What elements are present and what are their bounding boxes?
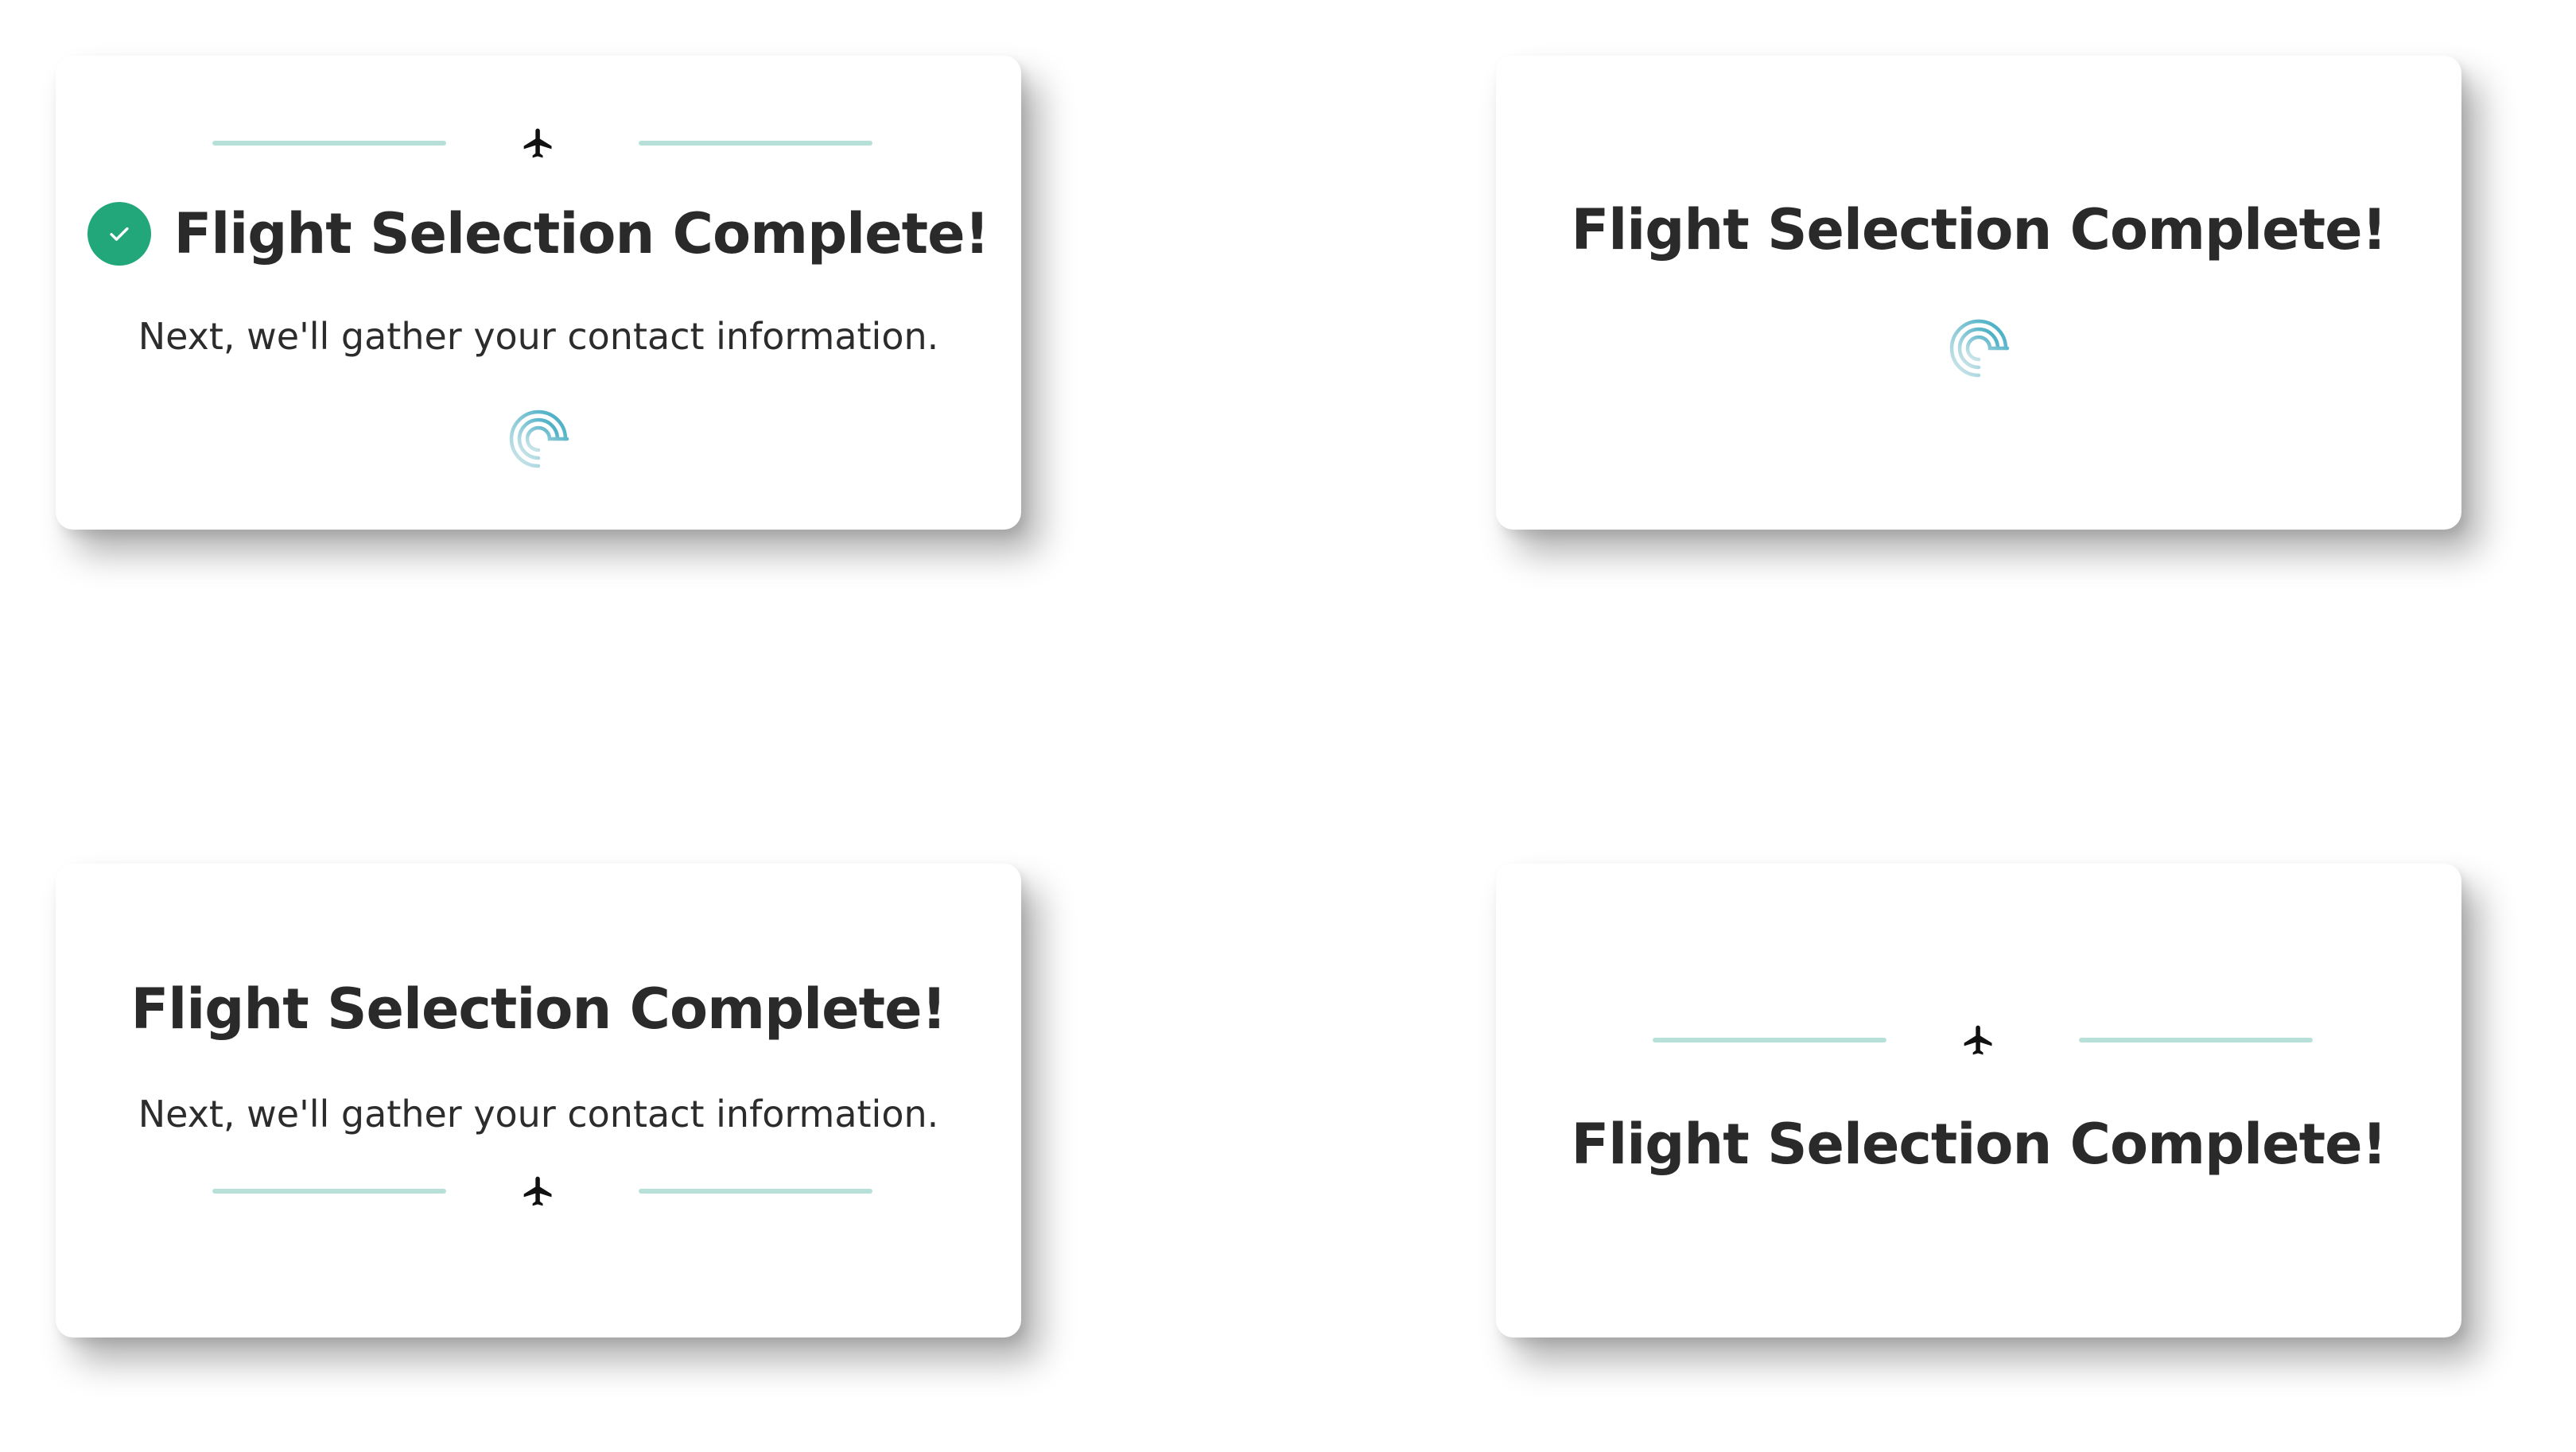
title-row: Flight Selection Complete! [56,202,1021,266]
divider-line-left [212,1189,446,1194]
check-icon [87,202,152,266]
card-subtitle: Next, we'll gather your contact informat… [138,1093,939,1136]
variants-canvas: Flight Selection Complete! Next, we'll g… [0,0,2576,1452]
confirmation-card-2: Flight Selection Complete! [1496,56,2461,530]
card-title: Flight Selection Complete! [173,201,989,266]
divider-line-left [212,141,446,146]
divider-line-left [1653,1038,1886,1042]
divider-line-right [639,1189,872,1194]
card-title: Flight Selection Complete! [1571,197,2387,262]
card-subtitle: Next, we'll gather your contact informat… [138,315,939,358]
confirmation-card-3: Flight Selection Complete! Next, we'll g… [56,864,1021,1337]
flight-divider [56,126,1021,158]
divider-line-right [639,141,872,146]
loading-spiral-icon [1949,319,2010,378]
airplane-icon [523,1176,552,1206]
confirmation-card-4: Flight Selection Complete! [1496,864,2461,1337]
card-title: Flight Selection Complete! [1571,1112,2387,1177]
flight-divider [56,1174,1021,1206]
card-title: Flight Selection Complete! [130,976,946,1042]
confirmation-card-1: Flight Selection Complete! Next, we'll g… [56,56,1021,530]
airplane-icon [1964,1025,1992,1055]
flight-divider [1496,1023,2461,1055]
airplane-icon [523,128,552,158]
divider-line-right [2079,1038,2313,1042]
loading-spiral-icon [509,410,569,468]
